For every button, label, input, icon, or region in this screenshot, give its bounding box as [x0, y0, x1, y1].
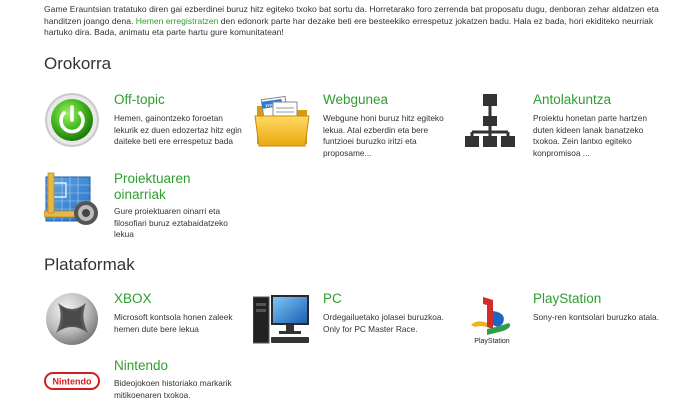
forum-title-proiektuaren-oinarriak[interactable]: Proiektuaren oinarriak [114, 171, 244, 203]
forum-item-webgunea[interactable]: www Webgunea Webgune honi buruz hitz egi… [253, 92, 453, 172]
forum-title-antolakuntza[interactable]: Antolakuntza [533, 92, 663, 108]
forum-desc-xbox: Microsoft kontsola honen zaleek hemen du… [114, 312, 233, 334]
section-title-plataformak: Plataformak [44, 255, 135, 274]
forum-title-playstation[interactable]: PlayStation [533, 291, 663, 307]
forum-title-pc[interactable]: PC [323, 291, 453, 307]
org-chart-icon[interactable] [463, 92, 521, 150]
forum-item-antolakuntza[interactable]: Antolakuntza Proiektu honetan parte hart… [463, 92, 663, 172]
nintendo-icon[interactable]: Nintendo [44, 372, 102, 396]
forum-desc-playstation: Sony-ren kontsolari buruzko atala. [533, 312, 659, 322]
pc-icon[interactable] [252, 291, 311, 349]
forum-title-nintendo[interactable]: Nintendo [114, 358, 244, 374]
forum-item-pc[interactable]: PC Ordegailuetako jolasei buruzkoa. Only… [252, 291, 453, 371]
register-link[interactable]: Hemen erregistratzen [136, 16, 219, 26]
forum-item-playstation[interactable]: PlayStation PlayStation Sony-ren kontsol… [463, 291, 663, 371]
forum-item-proiektuaren-oinarriak[interactable]: Proiektuaren oinarriak Gure proiektuaren… [43, 171, 244, 241]
forum-desc-proiektuaren-oinarriak: Gure proiektuaren oinarri eta filosofiar… [114, 206, 228, 239]
forum-desc-off-topic: Hemen, gainontzeko foroetan lekurik ez d… [114, 113, 242, 146]
nintendo-logo-text: Nintendo [53, 377, 92, 387]
xbox-icon[interactable] [44, 291, 102, 349]
forum-title-xbox[interactable]: XBOX [114, 291, 244, 307]
playstation-logo-text: PlayStation [474, 338, 510, 345]
forum-item-nintendo[interactable]: Nintendo Nintendo Bideojokoen historiako… [44, 358, 244, 400]
forum-desc-antolakuntza: Proiektu honetan parte hartzen duten kid… [533, 113, 647, 158]
forum-desc-webgunea: Webgune honi buruz hitz egiteko lekua. A… [323, 113, 444, 158]
forum-item-off-topic[interactable]: Off-topic Hemen, gainontzeko foroetan le… [44, 92, 244, 172]
forum-title-webgunea[interactable]: Webgunea [323, 92, 453, 108]
section-title-orokorra: Orokorra [44, 54, 112, 73]
forum-desc-pc: Ordegailuetako jolasei buruzkoa. Only fo… [323, 312, 444, 334]
intro-text: Game Erauntsian tratatuko diren gai ezbe… [44, 4, 664, 39]
power-icon[interactable] [44, 92, 102, 150]
blueprint-icon[interactable] [43, 171, 102, 229]
folder-web-icon[interactable]: www [253, 92, 311, 150]
playstation-icon[interactable]: PlayStation [463, 291, 521, 349]
forum-title-off-topic[interactable]: Off-topic [114, 92, 244, 108]
forum-desc-nintendo: Bideojokoen historiako markarik mitikoen… [114, 378, 232, 400]
